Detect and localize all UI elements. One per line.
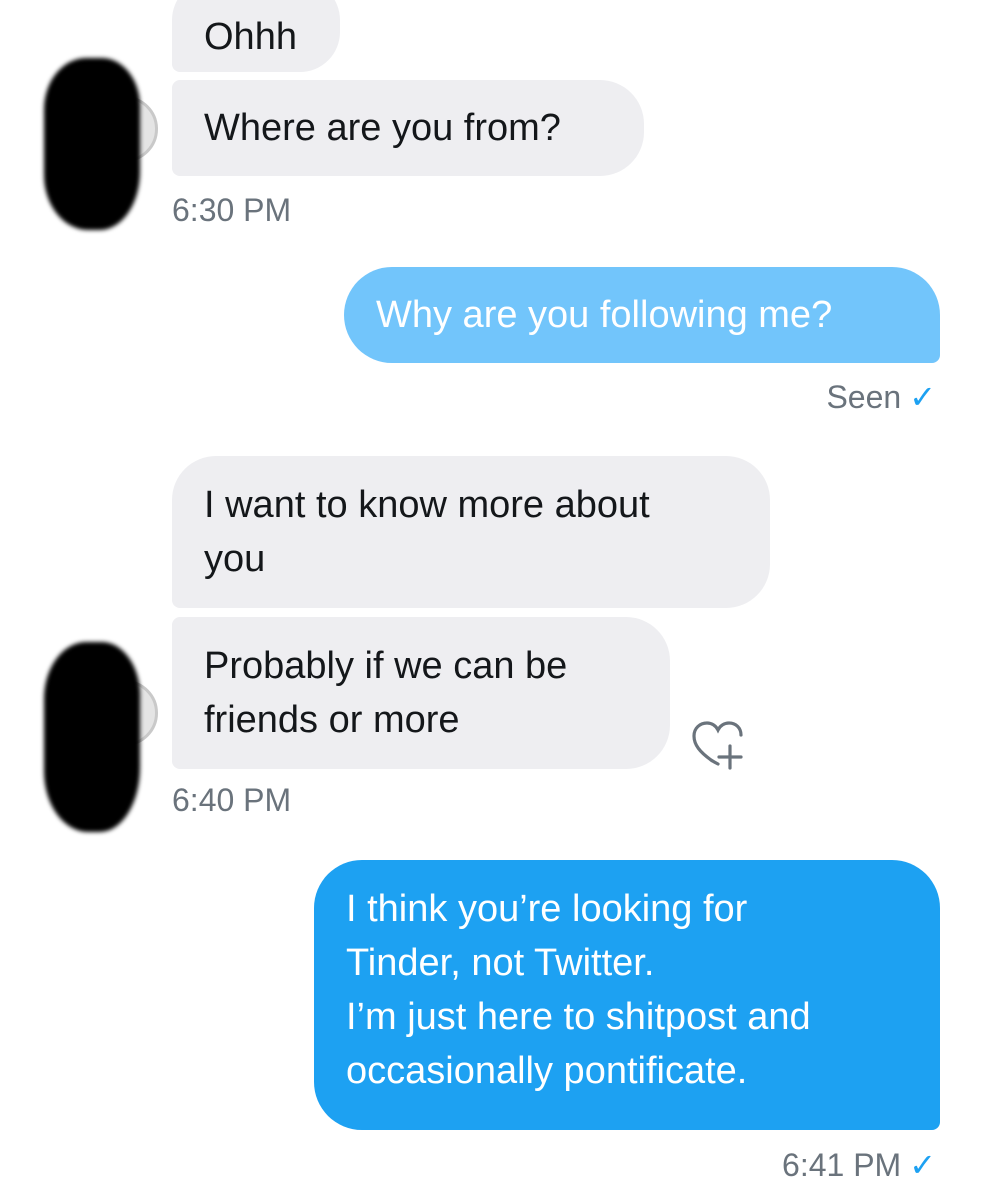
- message-timestamp: 6:30 PM: [172, 192, 292, 228]
- outgoing-message[interactable]: Why are you following me?: [344, 267, 940, 363]
- message-line: you: [204, 538, 266, 580]
- heart-plus-icon: [692, 721, 743, 770]
- message-line: I think you’re looking for: [346, 888, 748, 930]
- message-line: occasionally pontificate.: [346, 1050, 748, 1092]
- checkmark-icon: ✓: [909, 379, 936, 415]
- avatar[interactable]: [44, 58, 140, 230]
- message-timestamp: 6:40 PM: [172, 782, 292, 818]
- message-timestamp: 6:41 PM ✓: [782, 1146, 936, 1184]
- incoming-message[interactable]: I want to know more about you: [172, 456, 770, 608]
- outgoing-message[interactable]: I think you’re looking for Tinder, not T…: [314, 860, 940, 1130]
- incoming-message[interactable]: Where are you from?: [172, 80, 644, 176]
- checkmark-icon: ✓: [909, 1147, 936, 1183]
- read-receipt: Seen ✓: [826, 378, 936, 416]
- message-text: Where are you from?: [204, 107, 561, 149]
- seen-label: Seen: [826, 379, 902, 415]
- message-text: Why are you following me?: [376, 294, 833, 336]
- avatar[interactable]: [44, 642, 140, 832]
- incoming-message[interactable]: Probably if we can be friends or more: [172, 617, 670, 769]
- message-line: I’m just here to shitpost and: [346, 996, 811, 1038]
- like-message-button[interactable]: [690, 712, 750, 772]
- message-line: Tinder, not Twitter.: [346, 942, 655, 984]
- message-line: friends or more: [204, 699, 460, 741]
- message-line: Probably if we can be: [204, 645, 568, 687]
- timestamp-label: 6:41 PM: [782, 1147, 902, 1183]
- incoming-message[interactable]: Ohhh: [172, 0, 340, 72]
- message-line: I want to know more about: [204, 484, 650, 526]
- message-text: Ohhh: [204, 16, 297, 58]
